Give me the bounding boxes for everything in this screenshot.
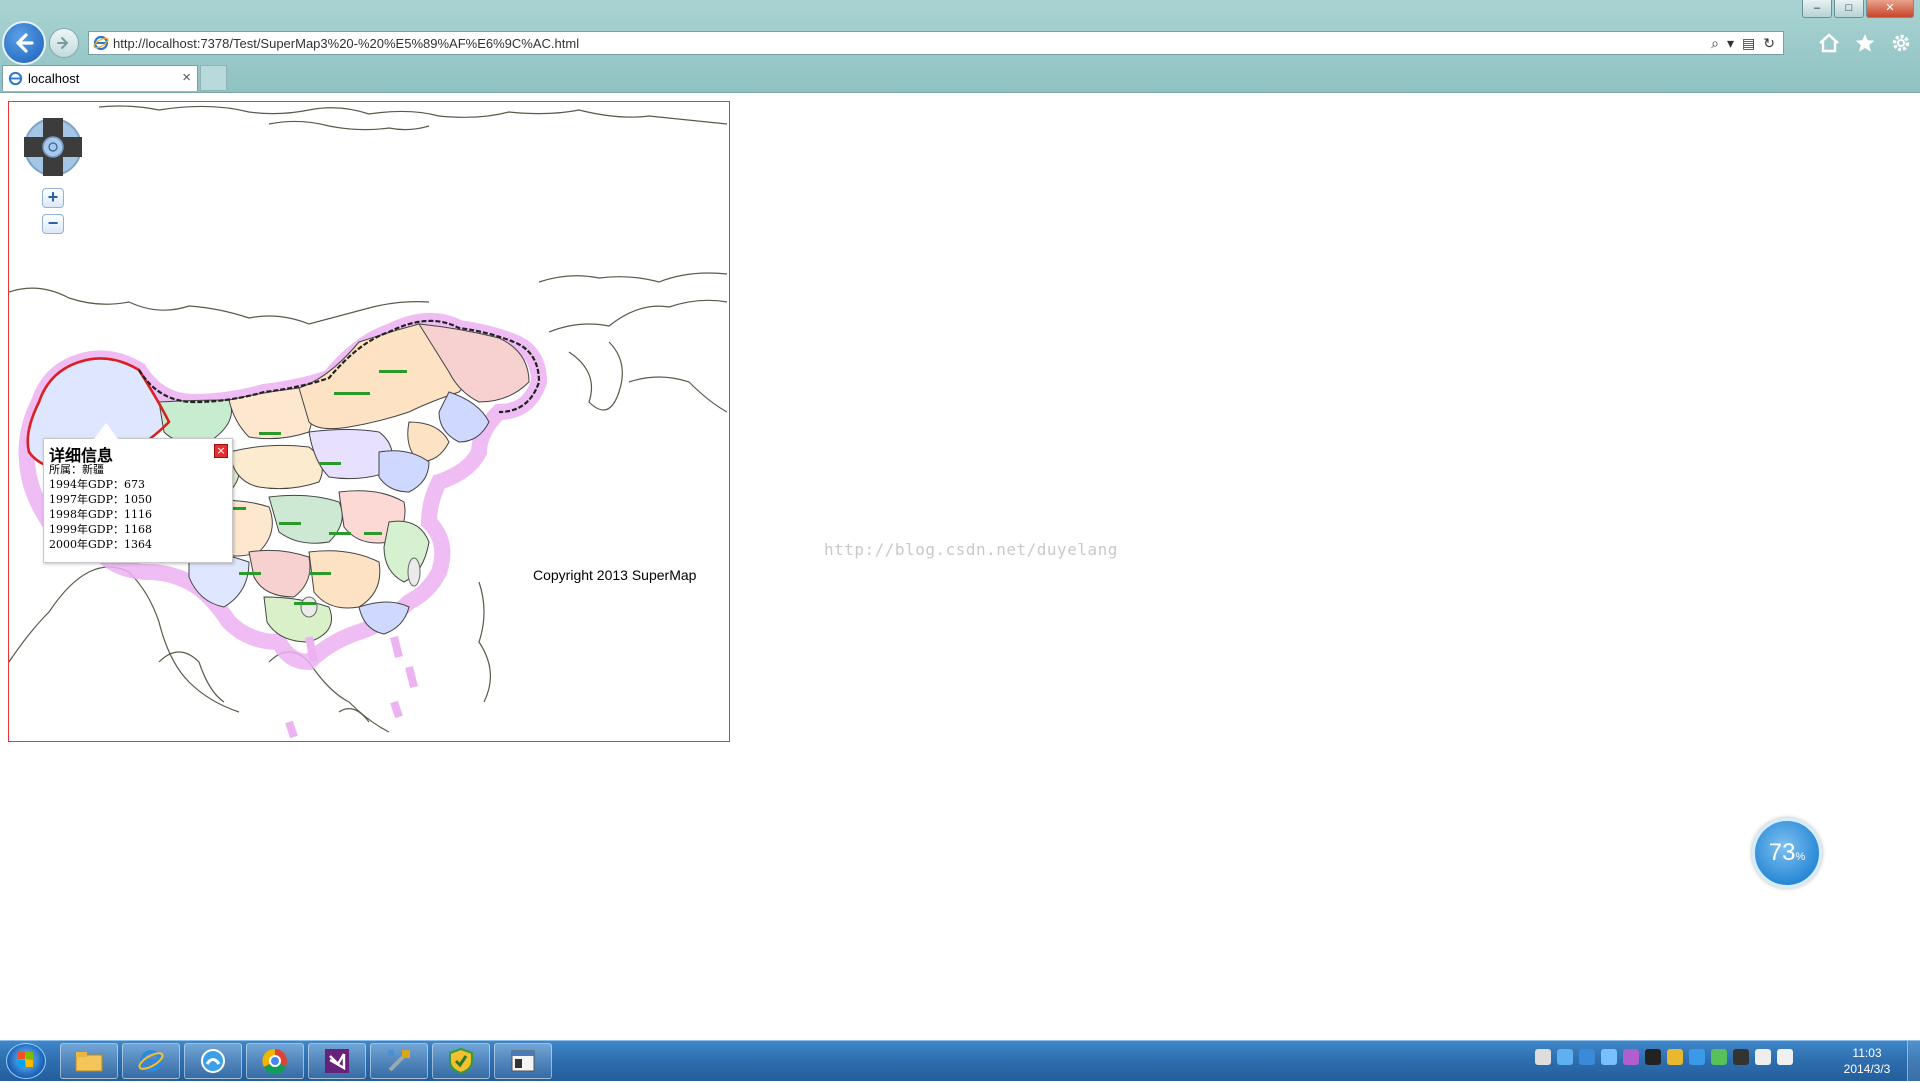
- popup-pointer: [94, 423, 118, 439]
- zoom-in-button[interactable]: +: [42, 188, 64, 208]
- tab-row: localhost ×: [0, 63, 1920, 91]
- security-tray-icon[interactable]: [1667, 1049, 1683, 1065]
- blog-watermark: http://blog.csdn.net/duyelang: [824, 540, 1118, 559]
- media-tray-icon[interactable]: [1623, 1049, 1639, 1065]
- task-ie-download[interactable]: [184, 1043, 242, 1079]
- security-shield-icon: [449, 1047, 473, 1075]
- taskbar: 11:03 2014/3/3: [0, 1040, 1920, 1081]
- internet-explorer-icon: [138, 1050, 164, 1072]
- browser-toolbar: – □ ✕ http://localhost:7378/Test/SuperMa…: [0, 0, 1920, 93]
- windows-logo-icon: [18, 1052, 33, 1067]
- popup-line: 1999年GDP：1168: [49, 523, 152, 536]
- task-internet-explorer[interactable]: [122, 1043, 180, 1079]
- popup-line: 所属：新疆: [49, 463, 104, 476]
- browser-command-icons: [1816, 30, 1914, 56]
- ie-download-icon: [201, 1049, 225, 1073]
- sync-tray-icon[interactable]: [1711, 1049, 1727, 1065]
- task-file-explorer[interactable]: [60, 1043, 118, 1079]
- progress-value: 73: [1768, 839, 1796, 866]
- province-ningxia-shaanxi: [228, 444, 323, 490]
- popup-line: 1997年GDP：1050: [49, 493, 152, 506]
- zoom-out-button[interactable]: −: [42, 214, 64, 234]
- window-app-icon: [511, 1050, 535, 1072]
- progress-unit: %: [1795, 851, 1806, 863]
- bluetooth-tray-icon[interactable]: [1557, 1049, 1573, 1065]
- info-popup: 详细信息 × 所属：新疆 1994年GDP：673 1997年GDP：1050 …: [43, 423, 233, 563]
- island-glow: [285, 636, 418, 739]
- address-url: http://localhost:7378/Test/SuperMap3%20-…: [113, 35, 580, 51]
- task-window-app[interactable]: [494, 1043, 552, 1079]
- new-tab-button[interactable]: [200, 65, 227, 91]
- settings-gear-icon[interactable]: [1888, 30, 1914, 56]
- tab-close-icon[interactable]: ×: [182, 69, 191, 86]
- keyboard-tray-icon[interactable]: [1535, 1049, 1551, 1065]
- tab-localhost[interactable]: localhost ×: [2, 65, 198, 91]
- task-chrome[interactable]: [246, 1043, 304, 1079]
- pan-control[interactable]: [22, 116, 84, 178]
- maximize-button[interactable]: □: [1834, 0, 1864, 18]
- close-window-button[interactable]: ✕: [1866, 0, 1914, 18]
- forward-arrow-icon: [57, 37, 69, 49]
- back-arrow-icon: [16, 33, 34, 53]
- map-copyright: Copyright 2013 SuperMap: [533, 567, 697, 583]
- visual-studio-icon: [325, 1049, 349, 1073]
- clock-date: 2014/3/3: [1843, 1062, 1891, 1076]
- network-app-tray-icon[interactable]: [1579, 1049, 1595, 1065]
- search-icon[interactable]: ⌕: [1711, 35, 1719, 51]
- ie-tab-icon: [8, 71, 23, 86]
- task-security[interactable]: [432, 1043, 490, 1079]
- address-tools: ⌕ ▾ ▤ ↻: [1711, 35, 1775, 51]
- action-center-tray-icon[interactable]: [1733, 1049, 1749, 1065]
- popup-line: 1994年GDP：673: [49, 478, 145, 491]
- back-button[interactable]: [2, 21, 46, 65]
- province-shandong: [378, 450, 430, 493]
- clock-time: 11:03: [1852, 1046, 1882, 1060]
- map-canvas[interactable]: [9, 102, 729, 741]
- ie-page-icon: [93, 35, 109, 51]
- province-hubei: [268, 494, 343, 544]
- cloud-tray-icon[interactable]: [1601, 1049, 1617, 1065]
- province-jiangxi: [308, 550, 381, 609]
- province-zhejiang-fujian: [383, 520, 430, 583]
- show-desktop-button[interactable]: [1907, 1041, 1920, 1081]
- chrome-icon: [262, 1048, 287, 1075]
- popup-line: 1998年GDP：1116: [49, 508, 152, 521]
- qq-tray-icon[interactable]: [1645, 1049, 1661, 1065]
- file-explorer-icon: [75, 1052, 103, 1072]
- minimize-button[interactable]: –: [1802, 0, 1832, 18]
- task-tools[interactable]: [370, 1043, 428, 1079]
- address-bar[interactable]: http://localhost:7378/Test/SuperMap3%20-…: [88, 31, 1784, 55]
- system-clock[interactable]: 11:03 2014/3/3: [1830, 1045, 1904, 1077]
- refresh-icon[interactable]: ↻: [1763, 35, 1775, 51]
- home-icon[interactable]: [1816, 30, 1842, 56]
- tab-label: localhost: [28, 71, 80, 86]
- popup-close-button[interactable]: ×: [214, 444, 228, 458]
- forward-button[interactable]: [49, 28, 79, 58]
- start-button[interactable]: [6, 1043, 46, 1079]
- update-tray-icon[interactable]: [1689, 1049, 1705, 1065]
- task-visual-studio[interactable]: [308, 1043, 366, 1079]
- system-tray: [1535, 1049, 1793, 1065]
- compatibility-view-icon[interactable]: ▤: [1742, 35, 1755, 51]
- progress-indicator[interactable]: 73 %: [1752, 818, 1822, 888]
- tools-icon: [388, 1050, 410, 1072]
- popup-line: 2000年GDP：1364: [49, 538, 152, 551]
- window-controls: – □ ✕: [1802, 0, 1914, 18]
- volume-tray-icon[interactable]: [1777, 1049, 1793, 1065]
- dropdown-icon[interactable]: ▾: [1727, 35, 1734, 51]
- network-tray-icon[interactable]: [1755, 1049, 1771, 1065]
- favorites-star-icon[interactable]: [1852, 30, 1878, 56]
- map-container[interactable]: + − 详细信息 × 所属：新疆 1994年GDP：673 1997年GDP：1…: [8, 101, 730, 742]
